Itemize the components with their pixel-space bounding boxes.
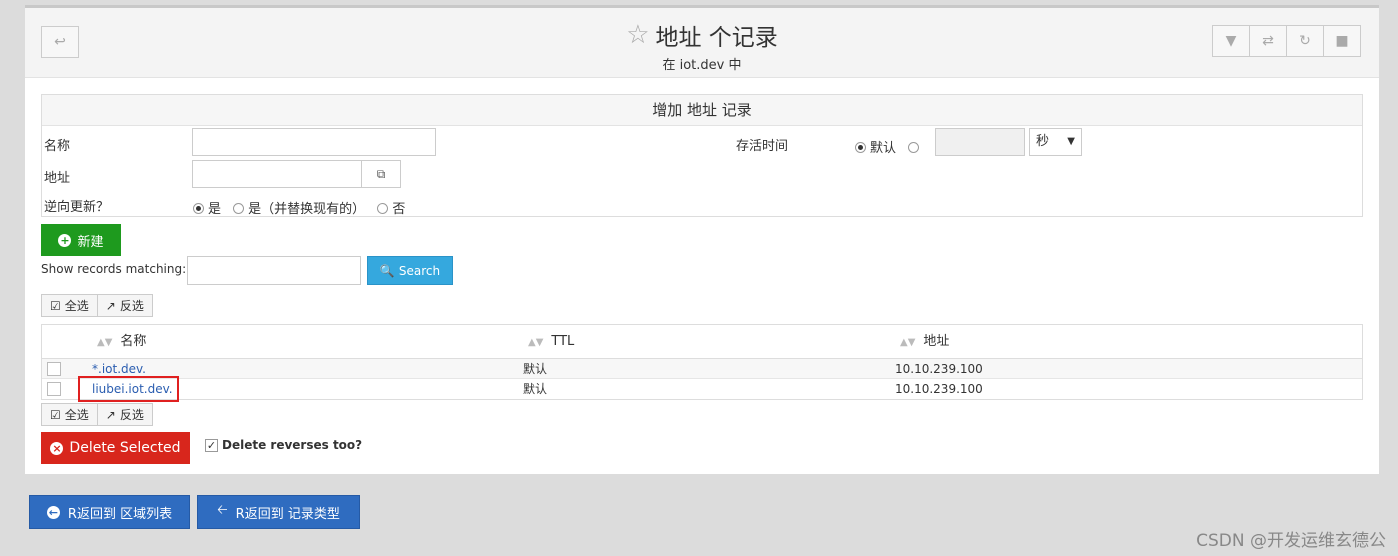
table-row: *.iot.dev. 默认 10.10.239.100 bbox=[42, 359, 1362, 379]
radio-icon bbox=[855, 142, 866, 153]
radio-icon bbox=[233, 203, 245, 214]
filter-button[interactable]: ▼ bbox=[1212, 25, 1250, 57]
filter-icon: ▼ bbox=[1225, 33, 1237, 49]
plus-circle-icon: + bbox=[58, 233, 72, 247]
search-prompt: Show records matching: bbox=[41, 262, 187, 276]
column-header-address[interactable]: ▲▼ 地址 bbox=[900, 325, 949, 360]
ttl-options: 默认 bbox=[855, 137, 931, 156]
copy-icon: ⧉ bbox=[376, 166, 386, 181]
check-square-icon: ☑ bbox=[50, 298, 61, 313]
delete-reverses-label: Delete reverses too? bbox=[222, 438, 363, 452]
records-table: ▲▼ 名称 ▲▼ TTL ▲▼ 地址 *.iot.dev. 默认 10.10.239.… bbox=[41, 324, 1363, 400]
stop-button[interactable]: ■ bbox=[1323, 25, 1361, 57]
new-button-label: 新建 bbox=[77, 234, 104, 250]
record-ttl: 默认 bbox=[523, 382, 548, 396]
refresh-icon: ↻ bbox=[1299, 33, 1311, 49]
reverse-label: 逆向更新？ bbox=[44, 200, 110, 215]
column-header-name[interactable]: ▲▼ 名称 bbox=[97, 325, 146, 360]
search-button[interactable]: 🔍 Search bbox=[367, 256, 453, 285]
back-to-types-button[interactable]: 🡠 R返回到 记录类型 bbox=[197, 495, 360, 529]
title-block: ☆ 地址 个记录 在 iot.dev 中 bbox=[25, 18, 1379, 73]
search-button-label: Search bbox=[398, 263, 441, 278]
check-icon: ✓ bbox=[205, 438, 218, 452]
form-heading: 增加 地址 记录 bbox=[42, 95, 1362, 126]
radio-icon bbox=[193, 203, 204, 214]
ttl-input[interactable] bbox=[935, 128, 1025, 156]
swap-button[interactable]: ⇄ bbox=[1249, 25, 1287, 57]
back-to-zones-label: R返回到 区域列表 bbox=[67, 506, 173, 522]
ttl-option-custom[interactable] bbox=[908, 141, 923, 156]
page-title-wrap: ☆ 地址 个记录 bbox=[626, 18, 778, 52]
back-to-types-label: R返回到 记录类型 bbox=[235, 506, 340, 522]
name-label: 名称 bbox=[44, 139, 71, 154]
address-input[interactable] bbox=[192, 160, 362, 188]
watermark: CSDN @开发运维玄德公 bbox=[1196, 531, 1386, 551]
arrow-left-circle-icon: ← bbox=[46, 505, 60, 519]
row-checkbox[interactable] bbox=[47, 362, 61, 376]
sort-icon: ▲▼ bbox=[528, 337, 544, 348]
share-icon: ↗ bbox=[105, 407, 116, 422]
radio-icon bbox=[377, 203, 389, 214]
page-title: 地址 个记录 bbox=[655, 25, 778, 51]
star-icon[interactable]: ☆ bbox=[626, 20, 649, 50]
ttl-unit-value: 秒 bbox=[1036, 134, 1050, 149]
highlight-box bbox=[78, 376, 179, 402]
table-header: ▲▼ 名称 ▲▼ TTL ▲▼ 地址 bbox=[42, 325, 1362, 359]
reverse-option-yes[interactable]: 是 bbox=[193, 202, 221, 217]
new-button[interactable]: + 新建 bbox=[41, 224, 121, 256]
search-icon: 🔍 bbox=[379, 263, 395, 278]
address-label: 地址 bbox=[44, 171, 71, 186]
row-checkbox[interactable] bbox=[47, 382, 61, 396]
select-all-button[interactable]: ☑ 全选 bbox=[41, 403, 98, 426]
record-address: 10.10.239.100 bbox=[895, 382, 983, 396]
share-icon: ↗ bbox=[105, 298, 116, 313]
page-header: ↩ ☆ 地址 个记录 在 iot.dev 中 ▼ ⇄ ↻ ■ bbox=[25, 8, 1379, 78]
ttl-unit-select[interactable]: 秒 ▼ bbox=[1029, 128, 1082, 156]
reverse-options: 是 是（并替换现有的） 否 bbox=[193, 198, 413, 217]
table-row: liubei.iot.dev. 默认 10.10.239.100 bbox=[42, 379, 1362, 399]
name-input[interactable] bbox=[192, 128, 436, 156]
invert-selection-button[interactable]: ↗ 反选 bbox=[97, 294, 153, 317]
refresh-button[interactable]: ↻ bbox=[1286, 25, 1324, 57]
reverse-option-replace[interactable]: 是（并替换现有的） bbox=[233, 202, 365, 217]
arrow-left-icon: 🡠 bbox=[217, 503, 228, 518]
back-to-zones-button[interactable]: ← R返回到 区域列表 bbox=[29, 495, 190, 529]
times-circle-icon: × bbox=[50, 441, 64, 455]
caret-down-icon: ▼ bbox=[1067, 136, 1075, 147]
record-ttl: 默认 bbox=[523, 362, 548, 376]
record-address: 10.10.239.100 bbox=[895, 362, 983, 376]
delete-button-label: Delete Selected bbox=[69, 440, 181, 456]
invert-selection-button[interactable]: ↗ 反选 bbox=[97, 403, 153, 426]
main-panel: ↩ ☆ 地址 个记录 在 iot.dev 中 ▼ ⇄ ↻ ■ 增加 地址 记录 … bbox=[25, 5, 1379, 474]
check-square-icon: ☑ bbox=[50, 407, 61, 422]
swap-icon: ⇄ bbox=[1262, 33, 1274, 49]
address-picker-button[interactable]: ⧉ bbox=[361, 160, 401, 188]
reverse-option-no[interactable]: 否 bbox=[377, 202, 405, 217]
column-header-ttl[interactable]: ▲▼ TTL bbox=[528, 325, 574, 360]
selection-toolbar-bottom: ☑ 全选 ↗ 反选 bbox=[41, 403, 153, 426]
page-subtitle: 在 iot.dev 中 bbox=[662, 58, 742, 73]
ttl-label: 存活时间 bbox=[736, 139, 789, 154]
delete-selected-button[interactable]: × Delete Selected bbox=[41, 432, 190, 464]
search-input[interactable] bbox=[187, 256, 361, 285]
add-record-form: 增加 地址 记录 名称 地址 ⧉ 逆向更新？ 是 是（并替换现有的） 否 存活时… bbox=[41, 94, 1363, 217]
radio-icon bbox=[908, 142, 920, 153]
sort-icon: ▲▼ bbox=[900, 337, 916, 348]
delete-reverses-checkbox[interactable]: ✓ Delete reverses too? bbox=[205, 438, 362, 452]
select-all-button[interactable]: ☑ 全选 bbox=[41, 294, 98, 317]
stop-icon: ■ bbox=[1335, 33, 1349, 49]
ttl-option-default[interactable]: 默认 bbox=[855, 141, 896, 156]
sort-icon: ▲▼ bbox=[97, 337, 113, 348]
selection-toolbar-top: ☑ 全选 ↗ 反选 bbox=[41, 294, 153, 317]
